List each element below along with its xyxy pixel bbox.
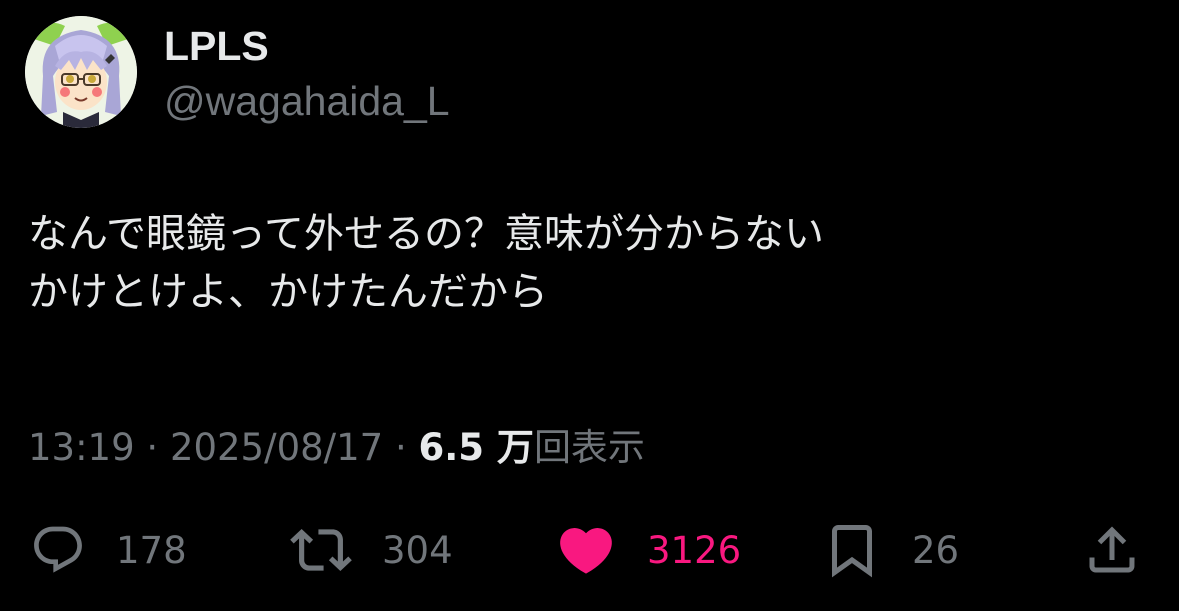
- tweet-line: なんで眼鏡って外せるの？意味が分からない: [28, 211, 824, 257]
- action-bar: 178 304 3126 26: [0, 515, 1179, 585]
- meta-separator: ·: [146, 426, 159, 469]
- tweet-text: なんで眼鏡って外せるの？意味が分からない かけとけよ、かけたんだから: [28, 205, 1148, 321]
- user-handle[interactable]: @wagahaida_L: [164, 78, 450, 124]
- heart-icon: [555, 519, 617, 581]
- avatar[interactable]: [25, 16, 137, 128]
- retweet-count: 304: [382, 528, 453, 572]
- views-count[interactable]: 6.5 万: [419, 426, 534, 469]
- reply-count: 178: [116, 528, 187, 572]
- share-icon: [1082, 520, 1142, 580]
- retweet-icon: [290, 519, 352, 581]
- like-count: 3126: [647, 528, 742, 572]
- tweet-line: かけとけよ、かけたんだから: [28, 269, 548, 315]
- display-name[interactable]: LPLS: [164, 23, 269, 69]
- reply-button[interactable]: 178: [30, 515, 187, 585]
- meta-separator: ·: [394, 426, 407, 469]
- tweet-time[interactable]: 13:19: [28, 426, 135, 469]
- retweet-button[interactable]: 304: [290, 515, 453, 585]
- bookmark-button[interactable]: 26: [822, 515, 959, 585]
- reply-bubble-icon: [30, 522, 86, 578]
- views-label: 回表示: [533, 426, 645, 469]
- tweet-meta: 13:19 · 2025/08/17 · 6.5 万回表示: [28, 423, 645, 473]
- tweet-date[interactable]: 2025/08/17: [170, 426, 383, 469]
- bookmark-icon: [822, 520, 882, 580]
- like-button[interactable]: 3126: [555, 515, 741, 585]
- anime-character-avatar-icon: [25, 16, 137, 128]
- share-button[interactable]: [1082, 515, 1142, 585]
- bookmark-count: 26: [912, 528, 960, 572]
